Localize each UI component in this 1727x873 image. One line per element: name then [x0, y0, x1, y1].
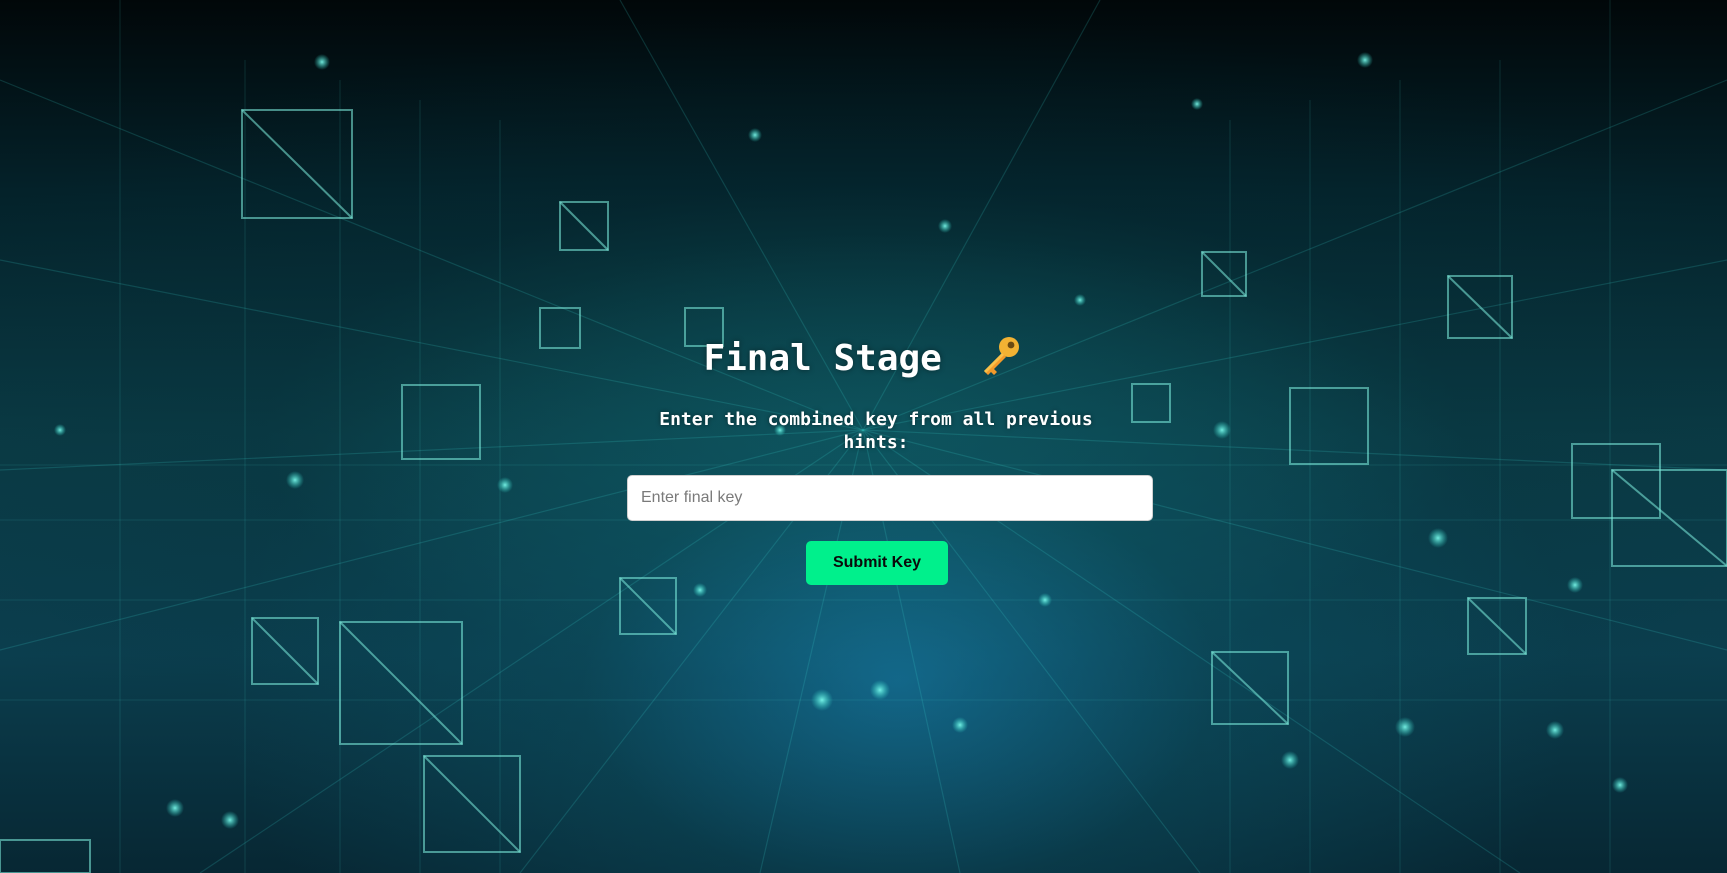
- instruction-text: Enter the combined key from all previous…: [659, 409, 1093, 453]
- page-title: Final Stage: [0, 335, 1727, 383]
- submit-key-button[interactable]: Submit Key: [806, 541, 948, 585]
- final-stage-panel: Final Stage Enter the combined key from …: [0, 0, 1727, 873]
- key-icon: [978, 334, 1024, 378]
- final-key-input[interactable]: [627, 475, 1153, 521]
- page-title-text: Final Stage: [703, 338, 942, 379]
